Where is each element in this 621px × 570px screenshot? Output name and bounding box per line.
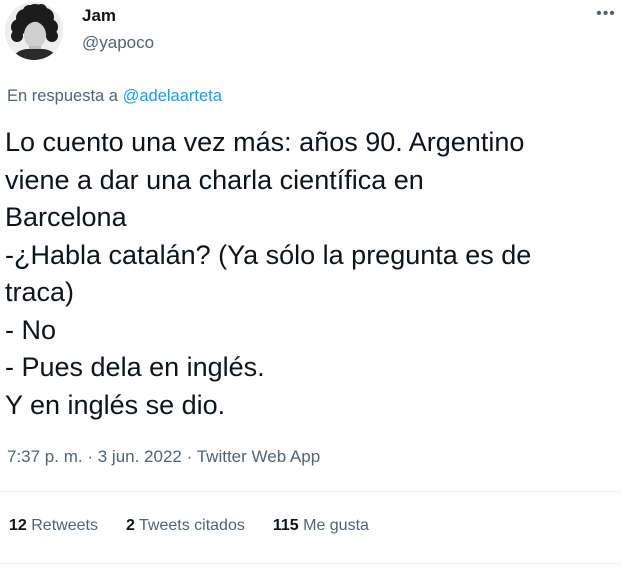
tweet-text-line: traca) bbox=[5, 277, 75, 307]
tweet-header: Jam @yapoco ••• bbox=[0, 0, 621, 70]
divider bbox=[0, 563, 621, 564]
more-options-icon[interactable]: ••• bbox=[593, 4, 619, 24]
tweet-text-line: - Pues dela en inglés. bbox=[5, 352, 265, 382]
quotes-label: Tweets citados bbox=[139, 517, 245, 534]
tweet-date[interactable]: 3 jun. 2022 bbox=[98, 447, 182, 466]
tweet-text-line: Barcelona bbox=[5, 202, 127, 232]
meta-separator: · bbox=[87, 447, 94, 466]
quotes-count: 2 bbox=[125, 517, 135, 534]
tweet-text-line: Y en inglés se dio. bbox=[5, 389, 226, 420]
tweet-stats: 12 Retweets 2 Tweets citados 115 Me gust… bbox=[9, 517, 397, 535]
reply-mention-link[interactable]: @adelaarteta bbox=[123, 87, 222, 105]
meta-separator: · bbox=[186, 447, 193, 466]
avatar[interactable] bbox=[5, 2, 63, 60]
tweet-source[interactable]: Twitter Web App bbox=[197, 447, 320, 466]
tweet-text-line: viene a dar una charla científica en bbox=[5, 164, 424, 195]
retweets-stat[interactable]: 12 Retweets bbox=[9, 517, 98, 535]
tweet-text-line: -¿Habla catalán? (Ya sólo la pregunta es… bbox=[5, 239, 532, 270]
tweet-text-line: Lo cuento una vez más: años 90. Argentin… bbox=[5, 127, 525, 157]
handle[interactable]: @yapoco bbox=[82, 33, 154, 53]
tweet-metadata: 7:37 p. m. · 3 jun. 2022 · Twitter Web A… bbox=[7, 447, 320, 467]
display-name[interactable]: Jam bbox=[82, 6, 116, 26]
tweet-text-line: - No bbox=[5, 314, 57, 345]
reply-prefix: En respuesta a bbox=[7, 87, 118, 105]
likes-label: Me gusta bbox=[303, 517, 369, 534]
quote-tweets-stat[interactable]: 2 Tweets citados bbox=[126, 517, 245, 535]
divider bbox=[0, 491, 621, 492]
reply-context: En respuesta a @adelaarteta bbox=[7, 87, 222, 106]
likes-count: 115 bbox=[272, 517, 299, 534]
retweets-count: 12 bbox=[9, 517, 27, 534]
likes-stat[interactable]: 115 Me gusta bbox=[273, 517, 369, 535]
retweets-label: Retweets bbox=[31, 517, 98, 534]
avatar-image bbox=[5, 2, 63, 60]
tweet-text: Lo cuento una vez más: años 90. Argentin… bbox=[5, 124, 615, 424]
tweet-time[interactable]: 7:37 p. m. bbox=[7, 447, 83, 466]
